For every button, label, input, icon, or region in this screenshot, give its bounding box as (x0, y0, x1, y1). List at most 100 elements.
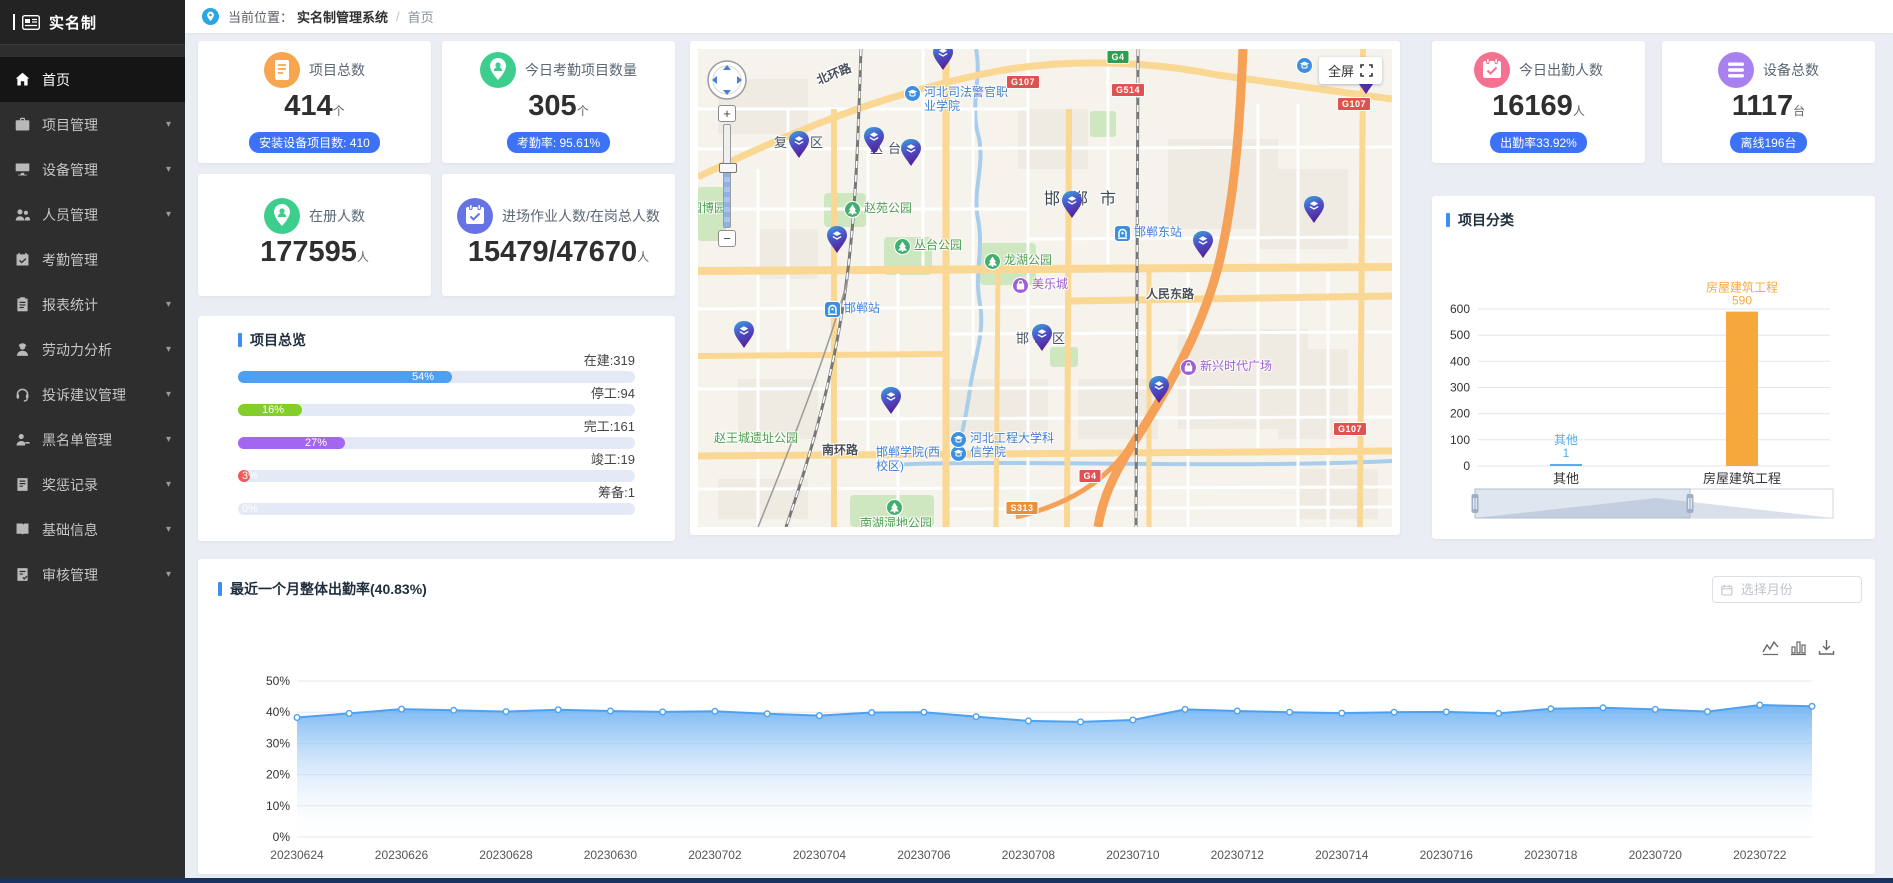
baseinfo-icon (14, 521, 31, 538)
stat-head: 在册人数 (264, 198, 365, 234)
chevron-down-icon: ▾ (166, 119, 171, 130)
map-project-pin-9[interactable] (1031, 323, 1053, 352)
map-project-pin-8[interactable] (1303, 195, 1325, 224)
project-overview-rows: 在建:319 54% 停工:94 16% 完工:161 27% 竣工:19 3%… (238, 352, 635, 515)
pin-stat-icon (480, 52, 516, 88)
download-icon[interactable] (1818, 639, 1835, 656)
map-project-pin-0[interactable] (932, 49, 954, 71)
sidebar-item-7[interactable]: 投诉建议管理▾ (0, 372, 185, 417)
left-column: 项目总数 414个安装设备项目数: 410 今日考勤项目数量 305个考勤率: … (198, 41, 675, 541)
sidebar-item-6[interactable]: 劳动力分析▾ (0, 327, 185, 372)
zoom-track[interactable] (723, 124, 731, 228)
zoom-in-button[interactable]: + (718, 105, 736, 122)
map-label-南湖湿地公园: 南湖湿地公园 (860, 499, 932, 527)
svg-text:20230710: 20230710 (1106, 848, 1160, 862)
map-label-text: 河北工程大学科信学院 (970, 431, 1054, 459)
sidebar-item-1[interactable]: 项目管理 ▾ (0, 102, 185, 147)
svg-text:20230718: 20230718 (1524, 848, 1578, 862)
sidebar-item-8[interactable]: 黑名单管理▾ (0, 417, 185, 462)
sidebar-item-11[interactable]: 审核管理▾ (0, 552, 185, 597)
attendance-trend-area-svg[interactable]: 0%10%20%30%40%50%20230624202306262023062… (198, 569, 1875, 869)
sidebar-item-10[interactable]: 基础信息▾ (0, 507, 185, 552)
stat-badge: 安装设备项目数: 410 (249, 132, 380, 153)
stat-value: 305个 (528, 90, 588, 127)
chevron-down-icon: ▾ (166, 434, 171, 445)
stat-card-right-0: 今日出勤人数 16169人出勤率33.92% (1432, 41, 1645, 163)
breadcrumb-system[interactable]: 实名制管理系统 (297, 7, 388, 26)
road-badge-G107: G107 (1337, 97, 1371, 111)
stat-head: 今日考勤项目数量 (480, 52, 637, 88)
svg-text:40%: 40% (266, 705, 290, 719)
sidebar-item-4[interactable]: 考勤管理 (0, 237, 185, 282)
sidebar-item-5[interactable]: 报表统计▾ (0, 282, 185, 327)
map-label-美乐城: 美乐城 (1012, 277, 1068, 294)
station-poi-icon (824, 301, 841, 318)
logo-divider (13, 14, 15, 30)
home-icon (14, 71, 31, 88)
park-poi-icon (984, 253, 1001, 270)
sidebar: 实名制 首页项目管理▾设备管理▾人员管理▾考勤管理报表统计▾劳动力分析▾投诉建议… (0, 0, 185, 878)
project-overview-card: 项目总览 在建:319 54% 停工:94 16% 完工:161 27% 竣工:… (198, 316, 675, 541)
map-project-pin-10[interactable] (1148, 375, 1170, 404)
project-category-bar-svg[interactable]: 0100200300400500600其他1其他房屋建筑工程590房屋建筑工程 (1432, 236, 1875, 536)
project-icon (14, 116, 31, 133)
map-label-南环路: 南环路 (822, 443, 858, 457)
sidebar-item-label: 项目管理 (42, 115, 98, 135)
zoom-out-button[interactable]: − (718, 230, 736, 247)
bar-chart-icon[interactable] (1790, 639, 1807, 656)
stat-label: 今日出勤人数 (1519, 60, 1603, 80)
overview-percent-label: 16% (262, 404, 284, 416)
stat-unit: 台 (1793, 104, 1805, 118)
sidebar-item-label: 报表统计 (42, 295, 98, 315)
app-logo: 实名制 (0, 0, 185, 45)
fullscreen-button[interactable]: 全屏 (1319, 57, 1382, 84)
map-project-pin-11[interactable] (880, 386, 902, 415)
map-project-pin-4[interactable] (900, 138, 922, 167)
map-project-pin-12[interactable] (733, 320, 755, 349)
svg-text:600: 600 (1450, 302, 1470, 316)
stat-value: 1117台 (1732, 90, 1805, 127)
sidebar-item-label: 考勤管理 (42, 250, 98, 270)
map-pan-control[interactable] (706, 59, 748, 101)
line-chart-icon[interactable] (1762, 639, 1779, 656)
chevron-down-icon: ▾ (166, 389, 171, 400)
mall-map-icon (1012, 277, 1029, 294)
reward-icon (14, 476, 31, 493)
chevron-down-icon: ▾ (166, 209, 171, 220)
map-project-pin-7[interactable] (1192, 230, 1214, 259)
map-project-pin-6[interactable] (1061, 190, 1083, 219)
main-area: 当前位置： 实名制管理系统 / 首页 项目总数 414个安装设备项目数: 410… (185, 0, 1893, 878)
road-badge-G107: G107 (1006, 75, 1040, 89)
breadcrumb-current[interactable]: 首页 (408, 7, 434, 26)
logo-text: 实名制 (49, 12, 97, 33)
svg-text:50%: 50% (266, 674, 290, 688)
overview-progress-track: 54% (238, 371, 635, 383)
school-poi-icon (1296, 57, 1313, 74)
svg-text:0%: 0% (273, 830, 291, 844)
stat-cards-right: 今日出勤人数 16169人出勤率33.92% 设备总数 1117台离线196台 (1432, 41, 1875, 163)
sidebar-item-2[interactable]: 设备管理▾ (0, 147, 185, 192)
overview-row-label: 竣工:19 (238, 451, 635, 469)
pin-stat-icon (264, 198, 300, 234)
map-project-pin-5[interactable] (826, 225, 848, 254)
map-label-text: 龙湖公园 (1004, 253, 1052, 267)
map-zoom-slider[interactable]: + − (718, 105, 736, 247)
map-project-pin-2[interactable] (788, 130, 810, 159)
map-label-text: 赵苑公园 (864, 201, 912, 215)
map[interactable]: 北环路河北司法警官职业学院复兴区丛台区园博园赵苑公园邯郸市丛台公园龙湖公园美乐城… (698, 49, 1392, 527)
park-poi-icon (844, 201, 861, 218)
id-card-icon (22, 15, 40, 30)
sidebar-item-label: 奖惩记录 (42, 475, 98, 495)
map-label-邯郸东站: 邯郸东站 (1114, 225, 1182, 242)
svg-text:20230704: 20230704 (793, 848, 847, 862)
zoom-handle[interactable] (719, 163, 737, 173)
sidebar-item-3[interactable]: 人员管理▾ (0, 192, 185, 237)
sidebar-item-home[interactable]: 首页 (0, 57, 185, 102)
sidebar-item-9[interactable]: 奖惩记录▾ (0, 462, 185, 507)
park-map-icon (894, 238, 911, 255)
dashboard-content: 项目总数 414个安装设备项目数: 410 今日考勤项目数量 305个考勤率: … (185, 33, 1893, 874)
map-project-pin-3[interactable] (863, 126, 885, 155)
sidebar-menu: 首页项目管理▾设备管理▾人员管理▾考勤管理报表统计▾劳动力分析▾投诉建议管理▾黑… (0, 45, 185, 597)
stat-card-right-1: 设备总数 1117台离线196台 (1662, 41, 1875, 163)
overview-row-label: 完工:161 (238, 418, 635, 436)
